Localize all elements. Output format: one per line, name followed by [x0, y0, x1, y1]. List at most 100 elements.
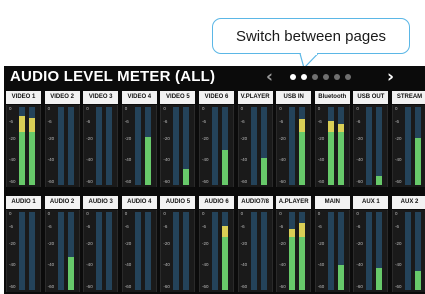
meter-right — [67, 212, 74, 290]
meter-body: 0 -6 -20 -40 -60 — [237, 105, 273, 187]
meter-right — [144, 212, 151, 290]
channel-strip: VIDEO 1 0 -6 -20 -40 -60 — [6, 91, 41, 187]
scale-mark: 0 — [202, 211, 205, 216]
scale-mark: -60 — [124, 179, 132, 184]
channel-label[interactable]: A.PLAYER — [276, 196, 312, 209]
scale-mark: -20 — [47, 136, 55, 141]
meter-right — [106, 212, 113, 290]
meter-right — [260, 212, 267, 290]
page-dot-3[interactable] — [312, 74, 318, 80]
meter-body: 0 -6 -20 -40 -60 — [237, 210, 273, 292]
page-dot-4[interactable] — [323, 74, 329, 80]
meter-left — [366, 212, 373, 290]
channel-label[interactable]: VIDEO 6 — [199, 91, 234, 104]
meter-body: 0 -6 -20 -40 -60 — [353, 105, 389, 187]
next-page-arrow-icon[interactable]: › — [387, 66, 394, 88]
page-dot-6[interactable] — [345, 74, 351, 80]
scale-mark: -60 — [395, 179, 402, 184]
meter-left — [405, 107, 411, 185]
meter-left — [96, 212, 103, 290]
page-dot-2[interactable] — [301, 74, 307, 80]
scale-mark: -6 — [47, 119, 52, 124]
scale-mark: -20 — [86, 241, 93, 246]
channel-label[interactable]: MAIN — [314, 196, 350, 209]
scale-mark: -6 — [240, 119, 245, 124]
scale-mark: -20 — [86, 136, 93, 141]
scale-mark: 0 — [317, 211, 321, 216]
channel-label[interactable]: VIDEO 5 — [160, 91, 196, 104]
meter-body: 0 -6 -20 -40 -60 — [276, 105, 312, 187]
meter-left — [19, 212, 25, 290]
channel-label[interactable]: AUX 2 — [392, 196, 425, 209]
scale-mark: -6 — [279, 224, 284, 229]
scale-mark: 0 — [240, 211, 244, 216]
meter-body: 0 -6 -20 -40 -60 — [83, 210, 119, 292]
channel-label[interactable]: AUDIO 1 — [6, 196, 41, 209]
meter-body: 0 -6 -20 -40 -60 — [392, 210, 425, 292]
scale-mark: -60 — [47, 179, 55, 184]
channel-label[interactable]: USB OUT — [353, 91, 389, 104]
channel-strip: AUDIO 3 0 -6 -20 -40 -60 — [83, 196, 119, 292]
scale-mark: -40 — [279, 157, 286, 162]
scale-mark: 0 — [356, 106, 359, 111]
channel-label[interactable]: AUDIO 6 — [199, 196, 234, 209]
prev-page-arrow-icon[interactable]: ‹ — [266, 66, 273, 88]
scale-mark: -6 — [202, 224, 207, 229]
scale-mark: -60 — [356, 179, 363, 184]
channel-strip: A.PLAYER 0 -6 -20 -40 -60 — [276, 196, 312, 292]
scale-mark: -40 — [395, 157, 402, 162]
page-dot-5[interactable] — [334, 74, 340, 80]
channel-label[interactable]: AUDIO 5 — [160, 196, 196, 209]
channel-label[interactable]: VIDEO 4 — [121, 91, 157, 104]
channel-label[interactable]: Bluetooth — [314, 91, 350, 104]
callout-text: Switch between pages — [235, 27, 387, 45]
channel-label[interactable]: AUX 1 — [353, 196, 389, 209]
channel-strip: USB OUT 0 -6 -20 -40 -60 — [353, 91, 389, 187]
channel-strip: AUDIO 1 0 -6 -20 -40 -60 — [6, 196, 41, 292]
meter-right — [183, 212, 190, 290]
channel-label[interactable]: AUDIO 4 — [121, 196, 157, 209]
channel-label[interactable]: STREAM — [392, 91, 425, 104]
channel-strip: VIDEO 2 0 -6 -20 -40 -60 — [44, 91, 80, 187]
scale-mark: -40 — [86, 157, 93, 162]
scale-mark: -60 — [317, 284, 325, 289]
meter-left — [250, 212, 257, 290]
meter-level-green — [19, 131, 25, 185]
scale-mark: -40 — [240, 157, 248, 162]
channel-label[interactable]: VIDEO 2 — [44, 91, 80, 104]
meter-right — [222, 212, 228, 290]
page-dot-1[interactable] — [290, 74, 296, 80]
meter-right — [260, 107, 267, 185]
meter-level-green — [415, 138, 421, 185]
channel-label[interactable]: VIDEO 3 — [83, 91, 119, 104]
scale-mark: -6 — [202, 119, 207, 124]
scale-mark: 0 — [86, 106, 89, 111]
meter-body: 0 -6 -20 -40 -60 — [392, 105, 425, 187]
scale-mark: -20 — [395, 136, 402, 141]
meter-body: 0 -6 -20 -40 -60 — [276, 210, 312, 292]
channel-strip: VIDEO 4 0 -6 -20 -40 -60 — [121, 91, 157, 187]
channel-label[interactable]: VIDEO 1 — [6, 91, 41, 104]
meter-left — [366, 107, 373, 185]
meter-level-green — [260, 158, 267, 185]
channel-label[interactable]: AUDIO 2 — [44, 196, 80, 209]
meter-level-green — [299, 131, 306, 185]
scale-mark: 0 — [240, 106, 244, 111]
channel-label[interactable]: AUDIO7/8 — [237, 196, 273, 209]
scale-mark: -60 — [202, 284, 209, 289]
channel-strip: VIDEO 3 0 -6 -20 -40 -60 — [83, 91, 119, 187]
channel-label[interactable]: V.PLAYER — [237, 91, 273, 104]
meter-left — [134, 212, 141, 290]
scale-mark: -40 — [202, 157, 209, 162]
channel-label[interactable]: USB IN — [276, 91, 312, 104]
scale-mark: -60 — [9, 179, 16, 184]
scale-mark: -20 — [240, 136, 248, 141]
meter-level-yellow — [222, 226, 228, 237]
scale-mark: -6 — [240, 224, 245, 229]
meter-level-green — [183, 169, 190, 185]
channel-label[interactable]: AUDIO 3 — [83, 196, 119, 209]
scale-mark: -20 — [202, 241, 209, 246]
meter-right — [415, 107, 421, 185]
channel-strip: AUX 2 0 -6 -20 -40 -60 — [392, 196, 425, 292]
meter-level-green — [376, 268, 383, 290]
